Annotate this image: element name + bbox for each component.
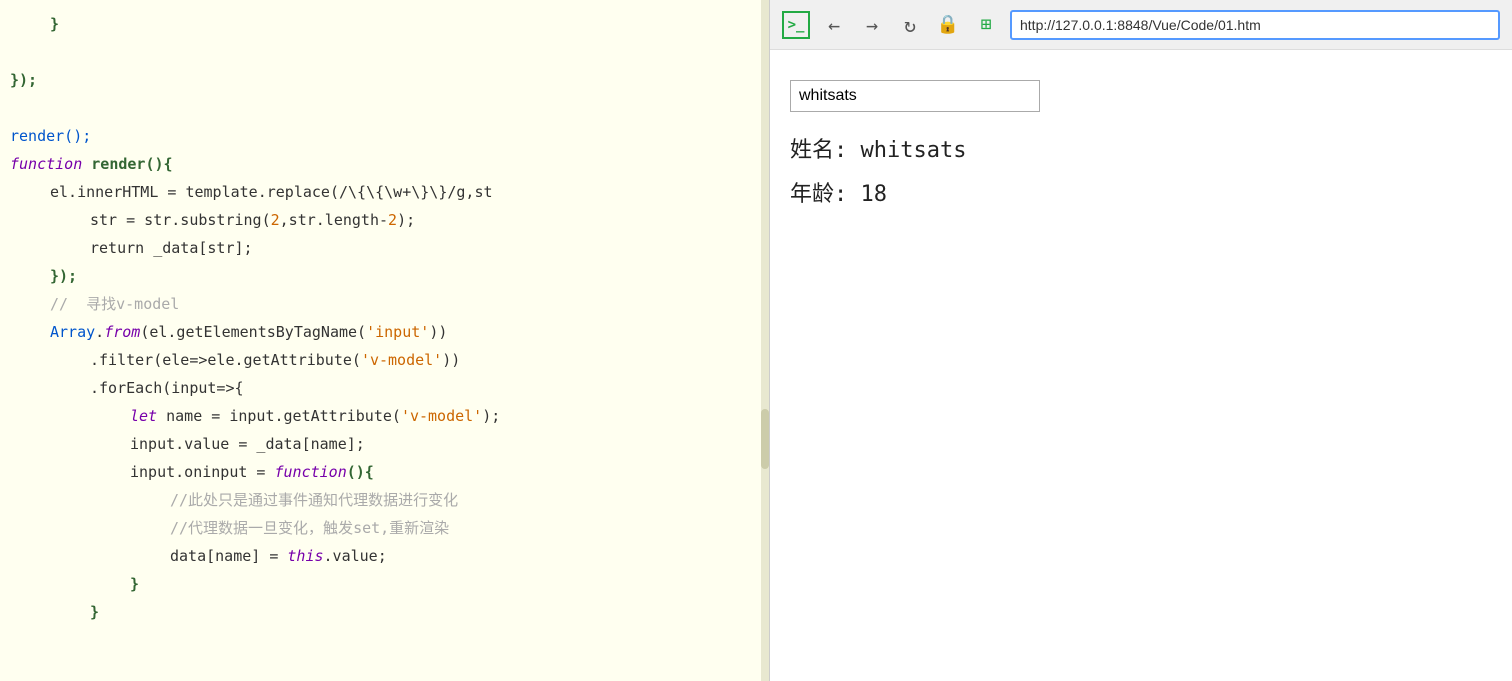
forward-icon[interactable]: → [858, 11, 886, 39]
code-line: //代理数据一旦变化，触发set,重新渲染 [0, 514, 769, 542]
back-icon[interactable]: ← [820, 11, 848, 39]
name-display: 姓名: whitsats [790, 132, 1492, 164]
code-line: // 寻找v-model [0, 290, 769, 318]
code-line [0, 38, 769, 66]
code-line: input.oninput = function(){ [0, 458, 769, 486]
code-line: }); [0, 262, 769, 290]
address-bar[interactable] [1010, 10, 1500, 40]
code-line: .filter(ele=>ele.getAttribute('v-model')… [0, 346, 769, 374]
code-line: input.value = _data[name]; [0, 430, 769, 458]
code-line: el.innerHTML = template.replace(/\{\{\w+… [0, 178, 769, 206]
code-line: //此处只是通过事件通知代理数据进行变化 [0, 486, 769, 514]
code-line: render(); [0, 122, 769, 150]
code-line [0, 94, 769, 122]
terminal-icon[interactable]: >_ [782, 11, 810, 39]
refresh-icon[interactable]: ↻ [896, 11, 924, 39]
code-editor: } }); render();function render(){el.inne… [0, 0, 770, 681]
browser-toolbar: >_ ← → ↻ 🔒 ⊞ [770, 0, 1512, 50]
browser-preview: >_ ← → ↻ 🔒 ⊞ 姓名: whitsats 年龄: 18 [770, 0, 1512, 681]
code-line: .forEach(input=>{ [0, 374, 769, 402]
lock-icon[interactable]: 🔒 [934, 11, 962, 39]
name-input[interactable] [790, 80, 1040, 112]
code-line: }); [0, 66, 769, 94]
browser-content: 姓名: whitsats 年龄: 18 [770, 50, 1512, 681]
code-line: function render(){ [0, 150, 769, 178]
code-line: } [0, 598, 769, 626]
code-line: str = str.substring(2,str.length-2); [0, 206, 769, 234]
code-line: } [0, 10, 769, 38]
code-line: return _data[str]; [0, 234, 769, 262]
grid-icon[interactable]: ⊞ [972, 11, 1000, 39]
code-line: Array.from(el.getElementsByTagName('inpu… [0, 318, 769, 346]
age-display: 年龄: 18 [790, 176, 1492, 208]
code-line: let name = input.getAttribute('v-model')… [0, 402, 769, 430]
code-line: data[name] = this.value; [0, 542, 769, 570]
code-line: } [0, 570, 769, 598]
